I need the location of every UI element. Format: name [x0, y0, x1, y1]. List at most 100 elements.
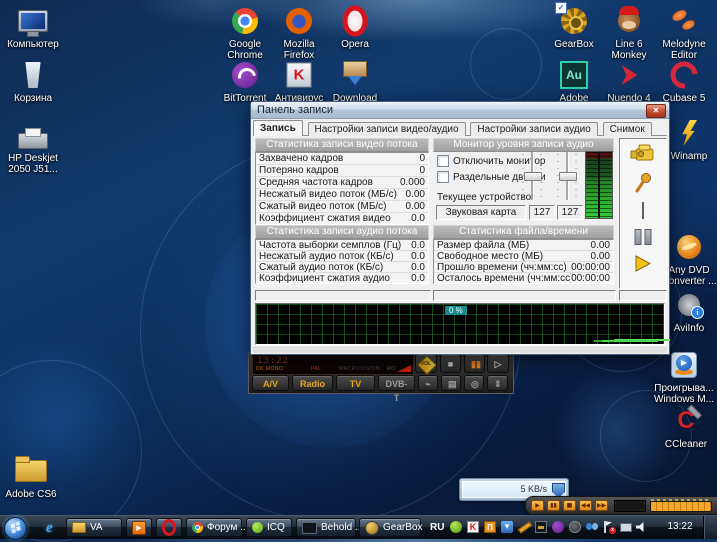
- desktop-icon-wmp[interactable]: Проигрыва... Windows M...: [653, 350, 715, 405]
- tv-settings-button[interactable]: ⌁: [418, 375, 438, 391]
- chrome-icon: [232, 8, 258, 34]
- desktop-icon-cubase[interactable]: Cubase 5: [653, 60, 715, 104]
- desktop-icon-ccleaner[interactable]: CCCleaner: [655, 406, 717, 450]
- icon-label: HP Deskjet 2050 J51...: [2, 153, 64, 175]
- tab-record[interactable]: Запись: [253, 120, 303, 136]
- desktop-icon-adobe-audition[interactable]: AuAdobe: [543, 60, 605, 104]
- right-volume-slider[interactable]: [556, 152, 578, 200]
- download-box-icon: [343, 61, 367, 77]
- mini-player-progress[interactable]: [650, 501, 712, 512]
- slider-thumb[interactable]: [559, 172, 577, 181]
- mini-play-button[interactable]: ▶: [531, 500, 544, 511]
- show-desktop-button[interactable]: [703, 516, 717, 539]
- taskbar-button-wmp[interactable]: ▶: [126, 518, 152, 537]
- tray-behold-tv-icon[interactable]: [535, 521, 547, 533]
- tv-play-button[interactable]: ▷: [487, 354, 509, 373]
- taskbar-button-va[interactable]: VA: [66, 518, 122, 537]
- language-indicator[interactable]: RU: [430, 521, 444, 534]
- window-title: Панель записи: [257, 104, 333, 116]
- tray-punto-icon[interactable]: П: [484, 521, 496, 533]
- tv-source-av-button[interactable]: A/V: [252, 375, 289, 391]
- mini-pause-button[interactable]: ▮▮: [547, 500, 560, 511]
- printer-icon: [18, 133, 48, 149]
- group-header: Статистика файла/времени: [433, 225, 614, 239]
- record-video-button[interactable]: [629, 144, 657, 166]
- tv-preset-button[interactable]: ▤: [441, 375, 461, 391]
- taskbar-button-forum[interactable]: Форум ...: [186, 518, 242, 537]
- tab-snapshot[interactable]: Снимок: [603, 122, 652, 136]
- desktop-icon-recycle-bin[interactable]: Корзина: [2, 60, 64, 104]
- tray-volume-icon[interactable]: [636, 521, 648, 533]
- desktop-icon-firefox[interactable]: Mozilla Firefox: [268, 6, 330, 61]
- desktop-icon-line6-monkey[interactable]: Line 6 Monkey: [598, 6, 660, 61]
- start-button[interactable]: [4, 517, 27, 540]
- desktop-icon-antivirus[interactable]: KАнтивирус: [268, 60, 330, 104]
- slider-thumb[interactable]: [524, 172, 542, 181]
- desktop-icon-computer[interactable]: Компьютер: [2, 6, 64, 50]
- tv-volume-button[interactable]: VOL: [415, 354, 437, 373]
- tv-source-dvbt-button[interactable]: DVB-T: [378, 375, 415, 391]
- play-button[interactable]: [634, 255, 652, 275]
- desktop-icon-chrome[interactable]: Google Chrome: [214, 6, 276, 61]
- taskbar-clock[interactable]: 13:22: [659, 521, 701, 532]
- tray-action-center-flag-icon[interactable]: x: [603, 521, 615, 533]
- taskbar-button-opera[interactable]: [156, 518, 182, 537]
- taskbar-button-gearbox[interactable]: GearBox: [359, 518, 421, 537]
- checkbox-icon[interactable]: [437, 155, 449, 167]
- tray-icq-icon[interactable]: [450, 521, 462, 533]
- gearbox-icon: [365, 521, 379, 535]
- pause-button[interactable]: [635, 229, 652, 245]
- desktop-icon-adobe-cs6[interactable]: Adobe CS6: [0, 456, 62, 500]
- desktop-icon-bittorrent[interactable]: BitTorrent: [214, 60, 276, 104]
- tv-source-radio-button[interactable]: Radio: [292, 375, 333, 391]
- taskbar: e VA ▶ Форум ... ICQ Behold ... GearBox …: [0, 515, 717, 539]
- mini-player-bar[interactable]: ▶ ▮▮ ■ ◀◀ ▶▶: [525, 496, 717, 515]
- desktop-icon-hp-printer[interactable]: HP Deskjet 2050 J51...: [2, 120, 64, 175]
- gear-icon: [561, 8, 587, 34]
- tray-download-master-icon[interactable]: ▾: [501, 521, 513, 533]
- stop-icon: [642, 202, 644, 219]
- taskbar-button-behold[interactable]: Behold ...: [296, 518, 356, 537]
- tab-audio-settings[interactable]: Настройки записи аудио: [470, 122, 597, 136]
- mini-next-button[interactable]: ▶▶: [595, 500, 608, 511]
- mini-stop-button[interactable]: ■: [563, 500, 576, 511]
- desktop-icon-opera[interactable]: Opera: [324, 6, 386, 50]
- icon-label: Проигрыва... Windows M...: [653, 383, 715, 405]
- stat-row: Несжатый видео поток (МБ/с)0.00: [256, 189, 428, 201]
- tv-stop-button[interactable]: ■: [440, 354, 461, 373]
- desktop: { "desktop": { "icons": [ {"label": "Ком…: [0, 0, 717, 538]
- icon-label: Adobe CS6: [0, 489, 62, 500]
- internet-explorer-icon[interactable]: e: [46, 518, 53, 538]
- desktop-icon-gearbox[interactable]: GearBox: [543, 6, 605, 50]
- tv-pause-button[interactable]: ▮▮: [464, 354, 485, 373]
- close-button[interactable]: ✕: [646, 104, 666, 118]
- tray-kaspersky-icon[interactable]: K: [467, 521, 479, 533]
- tray-network-icon[interactable]: [620, 523, 632, 532]
- tv-channel: RO: [387, 366, 396, 372]
- desktop-icon-melodyne[interactable]: Melodyne Editor: [653, 6, 715, 61]
- tray-bittorrent-icon[interactable]: [552, 521, 564, 533]
- tray-stylus-icon[interactable]: [518, 521, 530, 533]
- group-header: Статистика записи аудио потока: [255, 225, 429, 239]
- title-bar[interactable]: Панель записи ✕: [251, 102, 669, 119]
- taskbar-button-icq[interactable]: ICQ: [246, 518, 292, 537]
- tab-video-audio-settings[interactable]: Настройки записи видео/аудио: [308, 122, 466, 136]
- record-audio-button[interactable]: [633, 172, 653, 197]
- stop-button[interactable]: [642, 203, 644, 218]
- opera-icon: [343, 6, 368, 37]
- icon-label: Line 6 Monkey: [598, 39, 660, 61]
- left-volume-slider[interactable]: [521, 152, 543, 200]
- device-field[interactable]: Звуковая карта: [436, 205, 526, 220]
- aviinfo-icon: [678, 294, 700, 316]
- tray-disc-icon[interactable]: [569, 521, 581, 533]
- tv-record-button[interactable]: ◎: [464, 375, 484, 391]
- behold-tv-icon: [302, 522, 317, 534]
- tv-source-tv-button[interactable]: TV: [336, 375, 375, 391]
- microphone-icon: [633, 172, 653, 194]
- mini-prev-button[interactable]: ◀◀: [579, 500, 592, 511]
- tray-binoculars-icon[interactable]: [586, 521, 598, 533]
- desktop-icon-nuendo[interactable]: Nuendo 4: [598, 60, 660, 104]
- desktop-icon-download[interactable]: Download: [324, 60, 386, 104]
- checkbox-icon[interactable]: [437, 171, 449, 183]
- tv-updown-button[interactable]: ⇕: [487, 375, 508, 391]
